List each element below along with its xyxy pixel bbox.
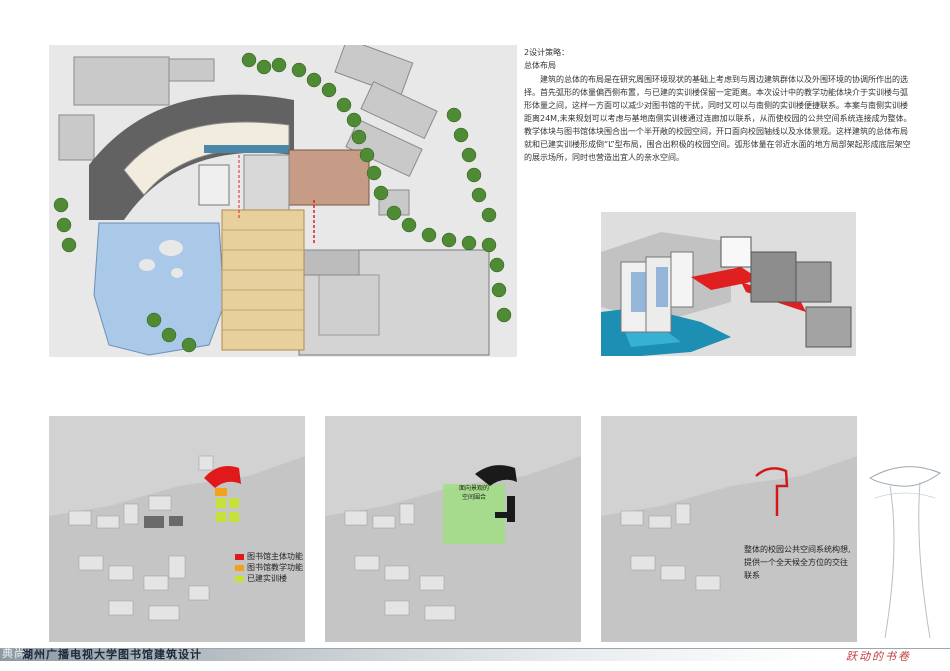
site-plan-drawing <box>49 45 517 357</box>
legend-label: 图书馆主体功能 <box>247 552 303 561</box>
legend-item: 已建实训楼 <box>235 573 303 584</box>
massing-model-3d <box>601 212 856 356</box>
scroll-logo-icon <box>869 466 941 639</box>
legend-swatch <box>235 553 244 560</box>
section-subheading: 总体布局 <box>524 61 556 70</box>
project-slogan: 跃动的书卷 <box>846 650 911 663</box>
analysis-map-function: 图书馆主体功能 图书馆教学功能 已建实训楼 <box>49 416 305 642</box>
legend-swatch <box>235 564 244 571</box>
function-legend: 图书馆主体功能 图书馆教学功能 已建实训楼 <box>235 551 303 584</box>
project-title: 湖州广播电视大学图书馆建筑设计 <box>22 648 202 661</box>
analysis-map-enclosure: 面向景观的空间围合 <box>325 416 581 642</box>
legend-item: 图书馆教学功能 <box>235 562 303 573</box>
public-space-note: 整体的校园公共空间系统构想,提供一个全天候全方位的交往联系 <box>744 545 851 580</box>
design-strategy-text: 2设计策略： 总体布局 建筑的总体的布局是在研究周围环境现状的基础上考虑到与周边… <box>524 46 912 164</box>
legend-label: 已建实训楼 <box>247 574 287 583</box>
enclosure-tag: 面向景观的空间围合 <box>458 485 489 501</box>
legend-label: 图书馆教学功能 <box>247 563 303 572</box>
section-heading: 2设计策略： <box>524 48 570 57</box>
site-plan <box>49 45 517 357</box>
analysis-map-public-space: 整体的校园公共空间系统构想,提供一个全天候全方位的交往联系 <box>601 416 857 642</box>
legend-swatch <box>235 575 244 582</box>
legend-item: 图书馆主体功能 <box>235 551 303 562</box>
massing-model-drawing <box>601 212 856 356</box>
section-body: 建筑的总体的布局是在研究周围环境现状的基础上考虑到与周边建筑群体以及外围环境的协… <box>524 75 912 162</box>
